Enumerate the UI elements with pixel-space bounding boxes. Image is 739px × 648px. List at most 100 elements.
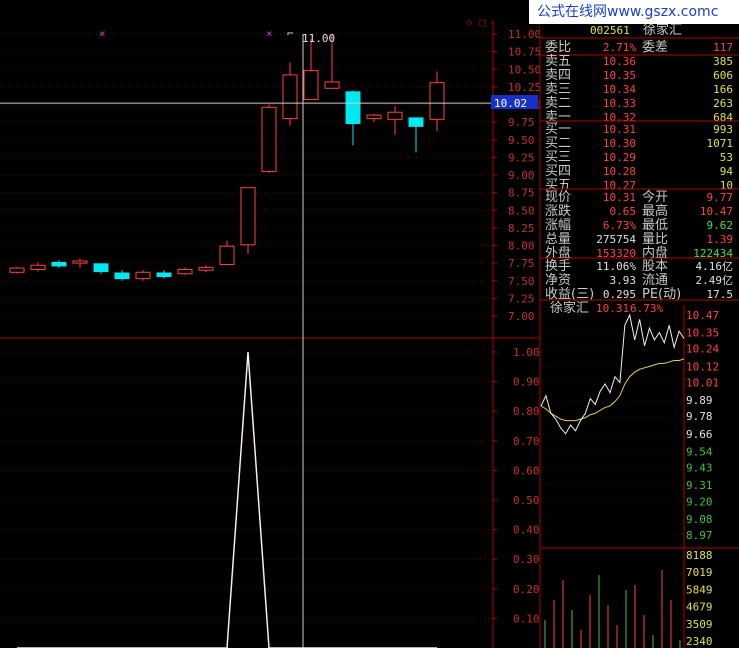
candle-body-up[interactable]: [9, 267, 25, 273]
y-tick-label: 10.25: [508, 81, 541, 94]
mini-price-line: [540, 313, 685, 435]
candle-body-up[interactable]: [135, 271, 151, 280]
candle-body-up[interactable]: [429, 82, 445, 120]
candle-body-down[interactable]: [114, 272, 130, 280]
buy-order-volume: 993: [713, 123, 733, 136]
mini-price-tick: 9.31: [686, 479, 713, 492]
buy-order-price[interactable]: 10.29: [603, 151, 636, 164]
mini-price-tick: 10.24: [686, 343, 719, 356]
y-tick-label: 9.25: [508, 151, 535, 164]
fundamental-value: 11.06%: [596, 260, 636, 273]
candle-body-up[interactable]: [219, 245, 235, 266]
indicator-tick-label: 0.90: [513, 376, 540, 389]
stat-label: 涨跌: [545, 203, 571, 219]
candle-body-up[interactable]: [366, 114, 382, 120]
weicha-value: 117: [713, 41, 733, 54]
sell-order-price[interactable]: 10.33: [603, 97, 636, 110]
y-tick-label: 7.75: [508, 257, 535, 270]
sell-order-volume: 385: [713, 55, 733, 68]
mini-volume-tick: 2340: [686, 635, 713, 648]
mini-price-tick: 9.20: [686, 495, 713, 508]
stat-label: 现价: [545, 190, 571, 205]
mini-price-tick: 9.43: [686, 462, 713, 475]
site-name: 公式在线网: [537, 4, 607, 20]
site-url-tail: c: [710, 4, 719, 20]
y-tick-label: 8.25: [508, 222, 535, 235]
weibi-value: 2.71%: [603, 41, 636, 54]
candle-body-up[interactable]: [240, 187, 256, 246]
indicator-tick-label: 0.50: [513, 494, 540, 507]
stat-value: 275754: [596, 233, 636, 246]
sell-order-label: 卖二: [545, 96, 571, 111]
top-marker: ×: [99, 27, 106, 40]
stat-label: 涨幅: [545, 218, 571, 233]
candle-body-up[interactable]: [198, 266, 214, 271]
mini-volume-tick: 5849: [686, 583, 713, 596]
indicator-tick-label: 0.20: [513, 583, 540, 596]
mini-chart-price: 10.31: [596, 302, 629, 315]
stat-label: 今开: [642, 189, 668, 205]
weicha-label: 委差: [642, 40, 668, 55]
stat-label: 最高: [642, 203, 668, 219]
mini-volume-tick: 4679: [686, 601, 713, 614]
stat-label: 最低: [642, 218, 668, 233]
buy-order-price[interactable]: 10.30: [603, 137, 636, 150]
buy-order-volume: 53: [720, 151, 733, 164]
mini-volume-tick: 3509: [686, 618, 713, 631]
sell-order-label: 卖三: [545, 82, 571, 97]
indicator-tick-label: 0.30: [513, 553, 540, 566]
pane-corner-icon[interactable]: ◇ □: [466, 16, 486, 29]
mini-price-tick: 9.78: [686, 410, 713, 423]
sell-order-price[interactable]: 10.35: [603, 69, 636, 82]
mini-price-tick: 10.35: [686, 327, 719, 340]
buy-order-price[interactable]: 10.31: [603, 123, 636, 136]
candle-body-up[interactable]: [72, 260, 88, 264]
stat-value: 9.62: [707, 219, 734, 232]
site-url[interactable]: www.gszx.com: [607, 4, 711, 20]
stat-label: 量比: [642, 232, 668, 247]
buy-order-price[interactable]: 10.28: [603, 165, 636, 178]
mini-chart-title: 徐家汇: [550, 300, 589, 316]
candle-body-down[interactable]: [93, 263, 109, 273]
candle-body-up[interactable]: [303, 70, 319, 101]
y-tick-label: 9.50: [508, 134, 535, 147]
stat-value: 1.39: [707, 233, 734, 246]
candle-body-up[interactable]: [387, 111, 403, 120]
weibi-label: 委比: [545, 40, 571, 55]
sell-order-volume: 166: [713, 83, 733, 96]
candle-body-up[interactable]: [324, 81, 340, 89]
y-tick-label: 9.00: [508, 169, 535, 182]
crosshair-value: 10.02: [494, 97, 527, 110]
candle-body-up[interactable]: [261, 106, 277, 172]
sell-order-price[interactable]: 10.36: [603, 55, 636, 68]
fundamental-value: 0.295: [603, 288, 636, 301]
buy-order-label: 买三: [545, 150, 571, 165]
mini-price-tick: 8.97: [686, 529, 713, 542]
mini-price-tick: 9.54: [686, 445, 713, 458]
candle-body-down[interactable]: [156, 272, 172, 278]
y-tick-label: 7.00: [508, 310, 535, 323]
buy-order-label: 买四: [545, 164, 571, 179]
mini-price-tick: 10.12: [686, 360, 719, 373]
fundamental-value: 4.16亿: [696, 260, 734, 273]
candle-body-down[interactable]: [408, 117, 424, 127]
indicator-tick-label: 0.10: [513, 612, 540, 625]
stock-name: 徐家汇: [643, 22, 682, 38]
candle-body-up[interactable]: [282, 74, 298, 120]
y-tick-label: 11.00: [508, 28, 541, 41]
stat-value: 0.65: [610, 205, 637, 218]
site-brand: 公式在线网www.gszx.comc: [529, 0, 739, 24]
candle-body-up[interactable]: [30, 264, 46, 270]
y-tick-label: 9.75: [508, 116, 535, 129]
buy-order-label: 买一: [545, 122, 571, 137]
candle-body-up[interactable]: [177, 268, 193, 275]
candle-body-down[interactable]: [51, 261, 67, 267]
buy-order-volume: 1071: [707, 137, 734, 150]
sell-order-price[interactable]: 10.34: [603, 83, 636, 96]
stock-code: 002561: [590, 24, 630, 37]
stat-value: 9.77: [707, 191, 734, 204]
stock-terminal: 11.0010.7510.5010.2510.009.759.509.259.0…: [0, 16, 739, 648]
candle-body-down[interactable]: [345, 91, 361, 125]
buy-order-label: 买二: [545, 136, 571, 151]
mini-price-tick: 10.01: [686, 376, 719, 389]
